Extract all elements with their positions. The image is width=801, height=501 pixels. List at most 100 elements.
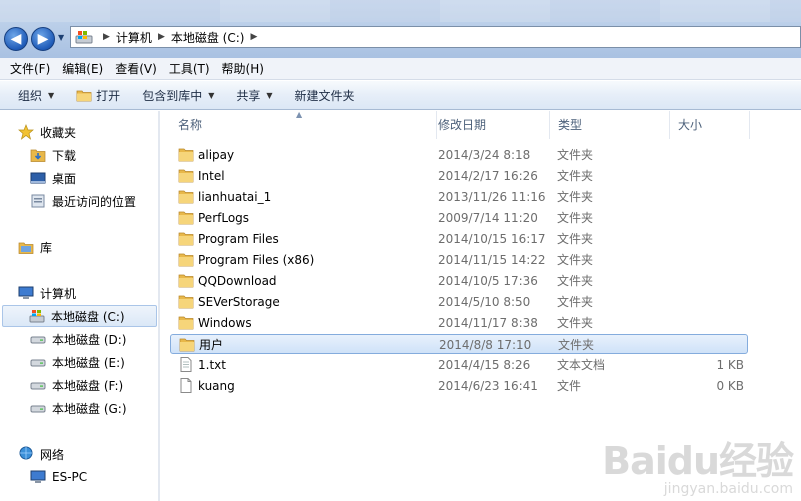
menu-help[interactable]: 帮助(H) — [216, 60, 270, 77]
file-name: 1.txt — [198, 358, 226, 372]
menu-file[interactable]: 文件(F) — [4, 60, 56, 77]
file-name: 用户 — [199, 338, 224, 352]
table-row[interactable]: SEVerStorage 2014/5/10 8:50 文件夹 — [170, 292, 748, 312]
sidebar-item-drive-g[interactable]: 本地磁盘 (G:) — [30, 398, 127, 418]
recent-pages-dropdown[interactable]: ▼ — [58, 33, 68, 43]
sidebar-item-drive-d[interactable]: 本地磁盘 (D:) — [30, 329, 126, 349]
menu-edit[interactable]: 编辑(E) — [56, 60, 109, 77]
drive-icon — [75, 31, 93, 44]
sidebar-item-drive-c[interactable]: 本地磁盘 (C:) — [2, 305, 157, 327]
file-date: 2014/10/15 16:17 — [438, 232, 546, 246]
sidebar-item-label: 本地磁盘 (C:) — [51, 309, 125, 324]
sidebar-item-label: 最近访问的位置 — [52, 194, 137, 209]
sidebar-item-recent[interactable]: 最近访问的位置 — [30, 191, 136, 211]
table-row[interactable]: alipay 2014/3/24 8:18 文件夹 — [170, 145, 748, 165]
open-button[interactable]: 打开 — [68, 84, 128, 106]
file-name: Program Files (x86) — [198, 253, 315, 267]
address-bar[interactable]: ▶ 计算机 ▶ 本地磁盘 (C:) ▶ — [70, 26, 801, 48]
file-date: 2014/11/17 8:38 — [438, 316, 538, 330]
file-date: 2013/11/26 11:16 — [438, 190, 546, 204]
folder-icon — [178, 232, 194, 246]
new-folder-button[interactable]: 新建文件夹 — [287, 84, 363, 106]
file-type: 文件夹 — [558, 338, 595, 352]
table-row[interactable]: Intel 2014/2/17 16:26 文件夹 — [170, 166, 748, 186]
hard-drive-icon — [30, 336, 46, 344]
open-label: 打开 — [96, 88, 121, 103]
sidebar-library[interactable]: 库 — [18, 237, 52, 257]
menu-tools[interactable]: 工具(T) — [163, 60, 216, 77]
table-row[interactable]: Windows 2014/11/17 8:38 文件夹 — [170, 313, 748, 333]
include-library-button[interactable]: 包含到库中 ▼ — [134, 84, 222, 106]
table-row[interactable]: QQDownload 2014/10/5 17:36 文件夹 — [170, 271, 748, 291]
file-name: PerfLogs — [198, 211, 250, 225]
text-document-icon — [180, 357, 192, 372]
sidebar-item-drive-e[interactable]: 本地磁盘 (E:) — [30, 352, 125, 372]
sidebar-favorites[interactable]: 收藏夹 — [18, 122, 76, 142]
sidebar-network-label: 网络 — [40, 447, 65, 462]
sidebar-item-drive-f[interactable]: 本地磁盘 (F:) — [30, 375, 123, 395]
sidebar-library-label: 库 — [40, 240, 53, 255]
chevron-down-icon: ▼ — [48, 90, 55, 100]
folder-icon — [178, 211, 194, 225]
file-date: 2014/2/17 16:26 — [438, 169, 538, 183]
folder-icon — [178, 274, 194, 288]
recent-places-icon — [31, 194, 45, 208]
menu-bar: 文件(F) 编辑(E) 查看(V) 工具(T) 帮助(H) — [0, 58, 801, 80]
menu-view[interactable]: 查看(V) — [109, 60, 163, 77]
breadcrumb-separator-icon[interactable]: ▶ — [158, 32, 165, 42]
include-library-label: 包含到库中 — [142, 88, 203, 103]
sidebar-item-label: 下载 — [52, 148, 77, 163]
downloads-folder-icon — [30, 149, 46, 162]
system-drive-icon — [29, 310, 45, 323]
star-icon — [18, 124, 34, 140]
file-type: 文件夹 — [557, 148, 594, 162]
file-type: 文件夹 — [557, 190, 594, 204]
file-name: Program Files — [198, 232, 279, 246]
sidebar-item-label: 本地磁盘 (F:) — [52, 378, 124, 393]
file-type: 文件夹 — [557, 169, 594, 183]
chevron-down-icon: ▼ — [208, 90, 215, 100]
table-row[interactable]: lianhuatai_1 2013/11/26 11:16 文件夹 — [170, 187, 748, 207]
hard-drive-icon — [30, 359, 46, 367]
chevron-down-icon: ▼ — [266, 90, 273, 100]
file-type: 文本文档 — [557, 358, 606, 372]
breadcrumb-separator-icon[interactable]: ▶ — [250, 32, 257, 42]
file-name: QQDownload — [198, 274, 277, 288]
sidebar-item-es-pc[interactable]: ES-PC — [30, 467, 87, 487]
computer-icon — [18, 286, 34, 299]
sidebar-item-downloads[interactable]: 下载 — [30, 145, 76, 165]
baidu-watermark: Baidu经验 jingyan.baidu.com — [602, 430, 794, 497]
sidebar-network[interactable]: 网络 — [18, 444, 64, 464]
sidebar-computer[interactable]: 计算机 — [18, 283, 76, 303]
folder-icon — [178, 253, 194, 267]
file-date: 2014/4/15 8:26 — [438, 358, 531, 372]
new-folder-label: 新建文件夹 — [294, 88, 355, 103]
file-type: 文件夹 — [557, 295, 594, 309]
organize-button[interactable]: 组织 ▼ — [10, 84, 62, 106]
breadcrumb-drive-c[interactable]: 本地磁盘 (C:) — [171, 29, 245, 46]
command-bar: 组织 ▼ 打开 包含到库中 ▼ 共享 ▼ 新建文件夹 — [0, 81, 801, 110]
table-row[interactable]: Program Files 2014/10/15 16:17 文件夹 — [170, 229, 748, 249]
sidebar-item-desktop[interactable]: 桌面 — [30, 168, 76, 188]
table-row[interactable]: 1.txt 2014/4/15 8:26 文本文档 1 KB — [170, 355, 748, 375]
table-row[interactable]: kuang 2014/6/23 16:41 文件 0 KB — [170, 376, 748, 396]
table-row[interactable]: Program Files (x86) 2014/11/15 14:22 文件夹 — [170, 250, 748, 270]
file-date: 2009/7/14 11:20 — [438, 211, 538, 225]
file-date: 2014/11/15 14:22 — [438, 253, 546, 267]
file-name: kuang — [198, 379, 235, 393]
taskbar-tabs-faded — [0, 0, 801, 22]
breadcrumb-separator-icon[interactable]: ▶ — [103, 32, 110, 42]
share-button[interactable]: 共享 ▼ — [228, 84, 280, 106]
table-row[interactable]: PerfLogs 2009/7/14 11:20 文件夹 — [170, 208, 748, 228]
breadcrumb-computer[interactable]: 计算机 — [116, 29, 152, 46]
file-icon — [180, 378, 192, 393]
forward-button[interactable]: ▶ — [31, 27, 55, 51]
folder-icon — [178, 148, 194, 162]
table-row[interactable]: 用户 2014/8/8 17:10 文件夹 — [170, 334, 748, 354]
sidebar-item-label: 本地磁盘 (E:) — [52, 355, 125, 370]
open-folder-icon — [76, 90, 92, 102]
library-icon — [18, 242, 34, 254]
folder-icon — [179, 338, 195, 352]
file-size: 1 KB — [716, 358, 744, 372]
back-button[interactable]: ◀ — [4, 27, 28, 51]
